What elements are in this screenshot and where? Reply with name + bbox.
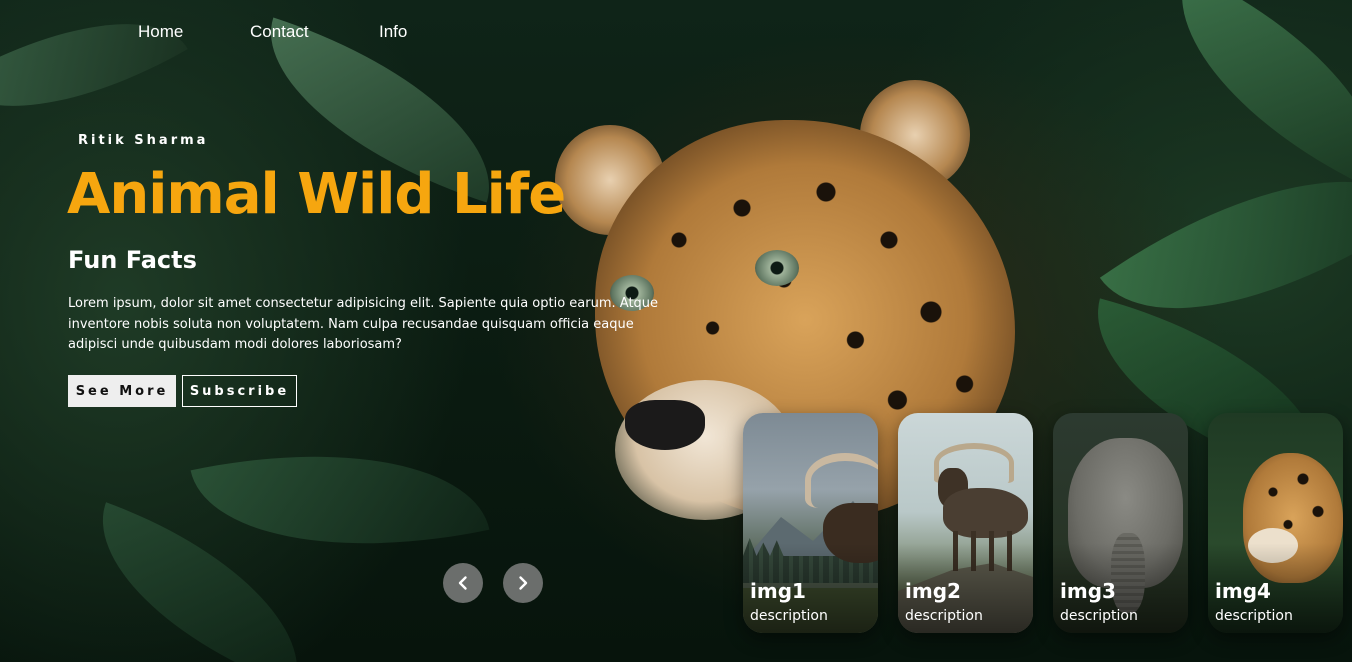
slider-next-button[interactable] — [503, 563, 543, 603]
card-title: img3 — [1060, 579, 1116, 603]
chevron-left-icon — [458, 576, 467, 590]
top-nav: Home Contact Info — [138, 22, 407, 42]
nav-link-info[interactable]: Info — [379, 22, 407, 42]
leaf-decoration — [190, 412, 490, 588]
leaf-decoration — [1136, 0, 1352, 190]
card-description: description — [905, 608, 983, 624]
page-title: Animal Wild Life — [67, 162, 566, 227]
slider-card[interactable]: img2 description — [898, 413, 1033, 633]
hero-description: Lorem ipsum, dolor sit amet consectetur … — [68, 296, 659, 352]
card-title: img4 — [1215, 579, 1271, 603]
slider-prev-button[interactable] — [443, 563, 483, 603]
card-description: description — [1060, 608, 1138, 624]
author-name: Ritik Sharma — [78, 133, 209, 148]
nav-link-contact[interactable]: Contact — [250, 22, 379, 42]
chevron-right-icon — [519, 576, 528, 590]
nav-link-home[interactable]: Home — [138, 22, 250, 42]
subscribe-button[interactable]: Subscribe — [182, 375, 297, 407]
card-title: img1 — [750, 579, 806, 603]
card-description: description — [750, 608, 828, 624]
card-title: img2 — [905, 579, 961, 603]
see-more-button[interactable]: See More — [68, 375, 176, 407]
slider-card[interactable]: img4 description — [1208, 413, 1343, 633]
slider-card[interactable]: img3 description — [1053, 413, 1188, 633]
slider-card[interactable]: img1 description — [743, 413, 878, 633]
card-description: description — [1215, 608, 1293, 624]
page-subtitle: Fun Facts — [68, 246, 197, 274]
